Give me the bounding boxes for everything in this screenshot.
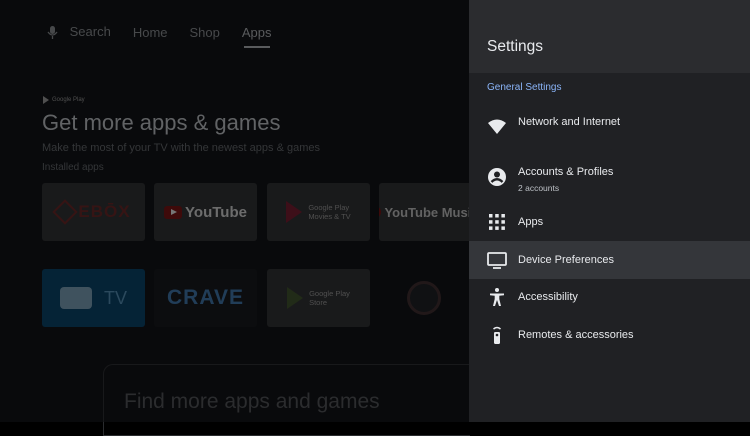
account-circle-icon [488, 168, 506, 186]
settings-item-apps[interactable]: Apps [469, 203, 750, 241]
settings-item-label: Accounts & Profiles [518, 166, 614, 178]
settings-item-label: Device Preferences [518, 254, 614, 266]
settings-title: Settings [487, 38, 544, 55]
settings-item-accounts[interactable]: Accounts & Profiles 2 accounts [469, 158, 750, 196]
settings-item-network[interactable]: Network and Internet [469, 108, 750, 146]
settings-item-subtitle: 2 accounts [518, 183, 560, 193]
tv-monitor-icon [487, 252, 507, 269]
wifi-icon [488, 119, 506, 134]
settings-item-accessibility[interactable]: Accessibility [469, 278, 750, 316]
settings-item-label: Accessibility [518, 291, 578, 303]
settings-item-label: Network and Internet [518, 116, 621, 128]
remote-icon [493, 326, 501, 344]
settings-item-remotes[interactable]: Remotes & accessories [469, 316, 750, 354]
settings-item-label: Remotes & accessories [518, 329, 634, 341]
accessibility-icon [490, 288, 504, 306]
apps-grid-icon [489, 214, 505, 230]
settings-item-device-preferences[interactable]: Device Preferences [469, 241, 750, 279]
settings-panel: Settings General Settings Network and In… [469, 0, 750, 422]
general-settings-label: General Settings [487, 82, 562, 93]
settings-header: Settings [469, 0, 750, 73]
settings-item-label: Apps [518, 216, 544, 228]
background-dim-overlay [0, 0, 469, 422]
